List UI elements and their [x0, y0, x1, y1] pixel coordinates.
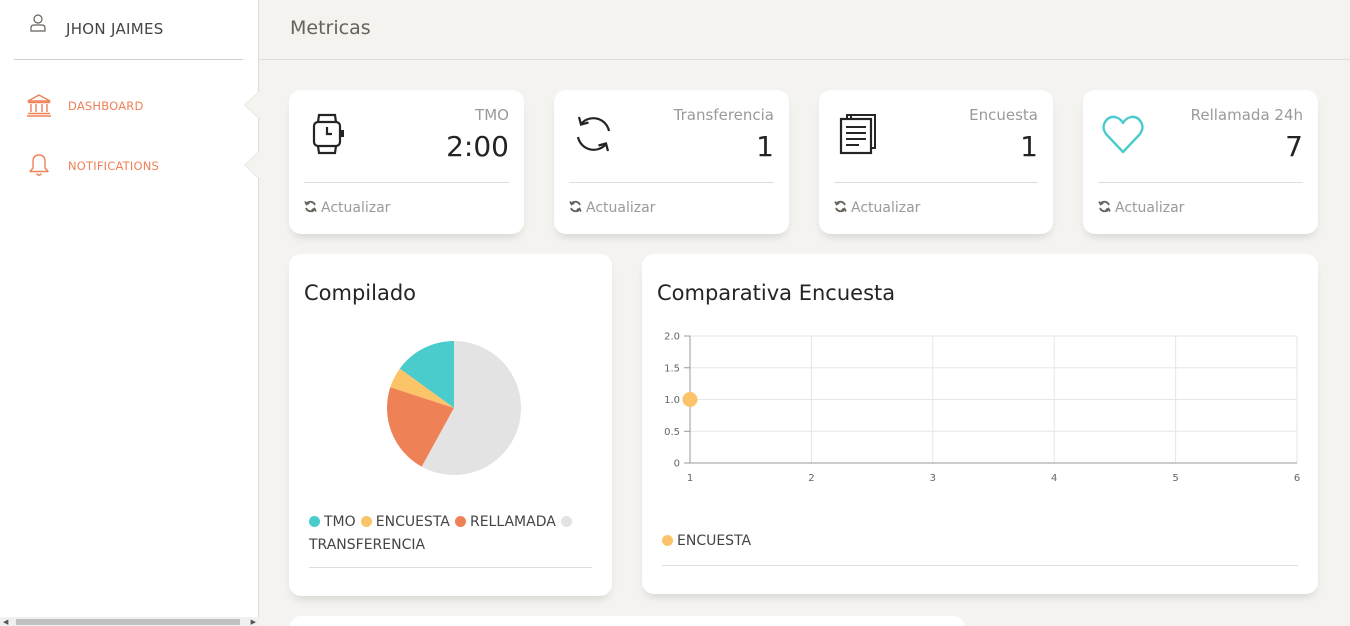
bottom-card	[289, 616, 965, 626]
update-link[interactable]: Actualizar	[1098, 200, 1184, 216]
chart-title: Compilado	[304, 281, 417, 305]
watch-icon	[312, 113, 344, 155]
stat-label: Rellamada 24h	[1190, 106, 1303, 124]
active-arrow	[244, 150, 260, 180]
legend-label: RELLAMADA	[469, 514, 556, 530]
legend-item-encuesta[interactable]: ENCUESTA	[360, 514, 450, 530]
divider	[304, 182, 509, 183]
bell-icon	[29, 154, 49, 176]
sidebar: JHON JAIMES DASHBOARD NOTIFICATIONS ◀ ▶	[0, 0, 260, 626]
legend-label: TRANSFERENCIA	[309, 537, 426, 553]
page-title: Metricas	[290, 17, 371, 39]
update-link[interactable]: Actualizar	[569, 200, 655, 216]
papers-icon	[839, 114, 876, 155]
data-point-encuesta[interactable]	[682, 392, 698, 407]
sidebar-item-label: DASHBOARD	[68, 99, 144, 113]
refresh-icon	[304, 200, 317, 213]
legend-label: ENCUESTA	[677, 533, 752, 549]
legend-label: TMO	[324, 514, 356, 530]
y-tick-label: 1.0	[664, 395, 680, 406]
divider	[569, 182, 774, 183]
chart-title: Comparativa Encuesta	[657, 281, 896, 305]
pie-chart[interactable]	[384, 338, 524, 478]
sidebar-item-dashboard[interactable]: DASHBOARD	[0, 85, 260, 125]
x-tick-label: 4	[1051, 473, 1057, 484]
stat-value: 7	[1285, 130, 1303, 163]
legend-item-rellamada[interactable]: RELLAMADA	[454, 514, 556, 530]
legend-dot	[560, 516, 572, 527]
top-navbar: Metricas	[259, 0, 1350, 60]
x-tick-label: 1	[687, 473, 693, 484]
divider	[309, 567, 592, 568]
legend-dot	[662, 535, 673, 546]
stat-label: Encuesta	[969, 106, 1038, 124]
line-chart[interactable]: 0 0.5 1.0 1.5 2.0 1 2 3 4 5 6	[642, 324, 1318, 489]
refresh-icon	[576, 116, 611, 152]
refresh-icon	[569, 200, 582, 213]
stat-card-rellamada: Rellamada 24h 7 Actualizar	[1083, 90, 1318, 234]
compilado-card: Compilado TMO ENCUESTA RELLAMADA TRANSFE…	[289, 254, 612, 596]
y-tick-label: 2.0	[664, 332, 680, 343]
update-link[interactable]: Actualizar	[304, 200, 390, 216]
x-tick-label: 3	[930, 473, 936, 484]
user-name: JHON JAIMES	[66, 20, 164, 38]
legend-item-encuesta[interactable]: ENCUESTA	[662, 533, 751, 549]
update-label: Actualizar	[586, 200, 656, 216]
legend-item-tmo[interactable]: TMO	[309, 514, 356, 530]
stat-card-encuesta: Encuesta 1 Actualizar	[819, 90, 1053, 234]
legend-dot	[454, 516, 466, 527]
scroll-left-icon[interactable]: ◀	[3, 618, 8, 626]
scroll-right-icon[interactable]: ▶	[251, 618, 256, 626]
divider	[662, 565, 1298, 566]
x-tick-label: 6	[1294, 473, 1300, 484]
stat-value: 1	[756, 130, 774, 163]
refresh-icon	[834, 200, 847, 213]
stat-label: TMO	[475, 106, 509, 124]
pie-legend: TMO ENCUESTA RELLAMADA TRANSFERENCIA	[309, 510, 599, 556]
bank-icon	[27, 94, 51, 117]
stat-value: 1	[1020, 130, 1038, 163]
legend-dot	[360, 516, 372, 527]
y-tick-label: 1.5	[664, 363, 680, 374]
update-label: Actualizar	[1115, 200, 1185, 216]
heart-icon	[1102, 115, 1144, 154]
legend-label: ENCUESTA	[375, 514, 450, 530]
y-tick-label: 0.5	[664, 427, 680, 438]
divider	[834, 182, 1038, 183]
line-legend: ENCUESTA	[662, 530, 751, 549]
sidebar-item-notifications[interactable]: NOTIFICATIONS	[0, 145, 260, 185]
stat-card-transferencia: Transferencia 1 Actualizar	[554, 90, 789, 234]
divider	[1098, 182, 1303, 183]
stat-value: 2:00	[446, 130, 509, 163]
x-tick-label: 2	[808, 473, 814, 484]
active-arrow	[244, 90, 260, 120]
horizontal-scrollbar[interactable]: ◀ ▶	[0, 617, 259, 626]
user-icon	[30, 14, 46, 32]
update-label: Actualizar	[321, 200, 391, 216]
y-tick-label: 0	[674, 459, 680, 470]
user-panel[interactable]: JHON JAIMES	[14, 0, 243, 60]
stat-card-tmo: TMO 2:00 Actualizar	[289, 90, 524, 234]
stat-label: Transferencia	[673, 106, 774, 124]
update-label: Actualizar	[851, 200, 921, 216]
x-tick-label: 5	[1172, 473, 1178, 484]
update-link[interactable]: Actualizar	[834, 200, 920, 216]
comparativa-card: Comparativa Encuesta 0 0.5 1.0 1.5 2.0 1 2 3 4 5 6…	[642, 254, 1318, 594]
refresh-icon	[1098, 200, 1111, 213]
scrollbar-thumb[interactable]	[16, 619, 240, 625]
legend-dot	[309, 516, 320, 527]
sidebar-item-label: NOTIFICATIONS	[68, 159, 160, 173]
